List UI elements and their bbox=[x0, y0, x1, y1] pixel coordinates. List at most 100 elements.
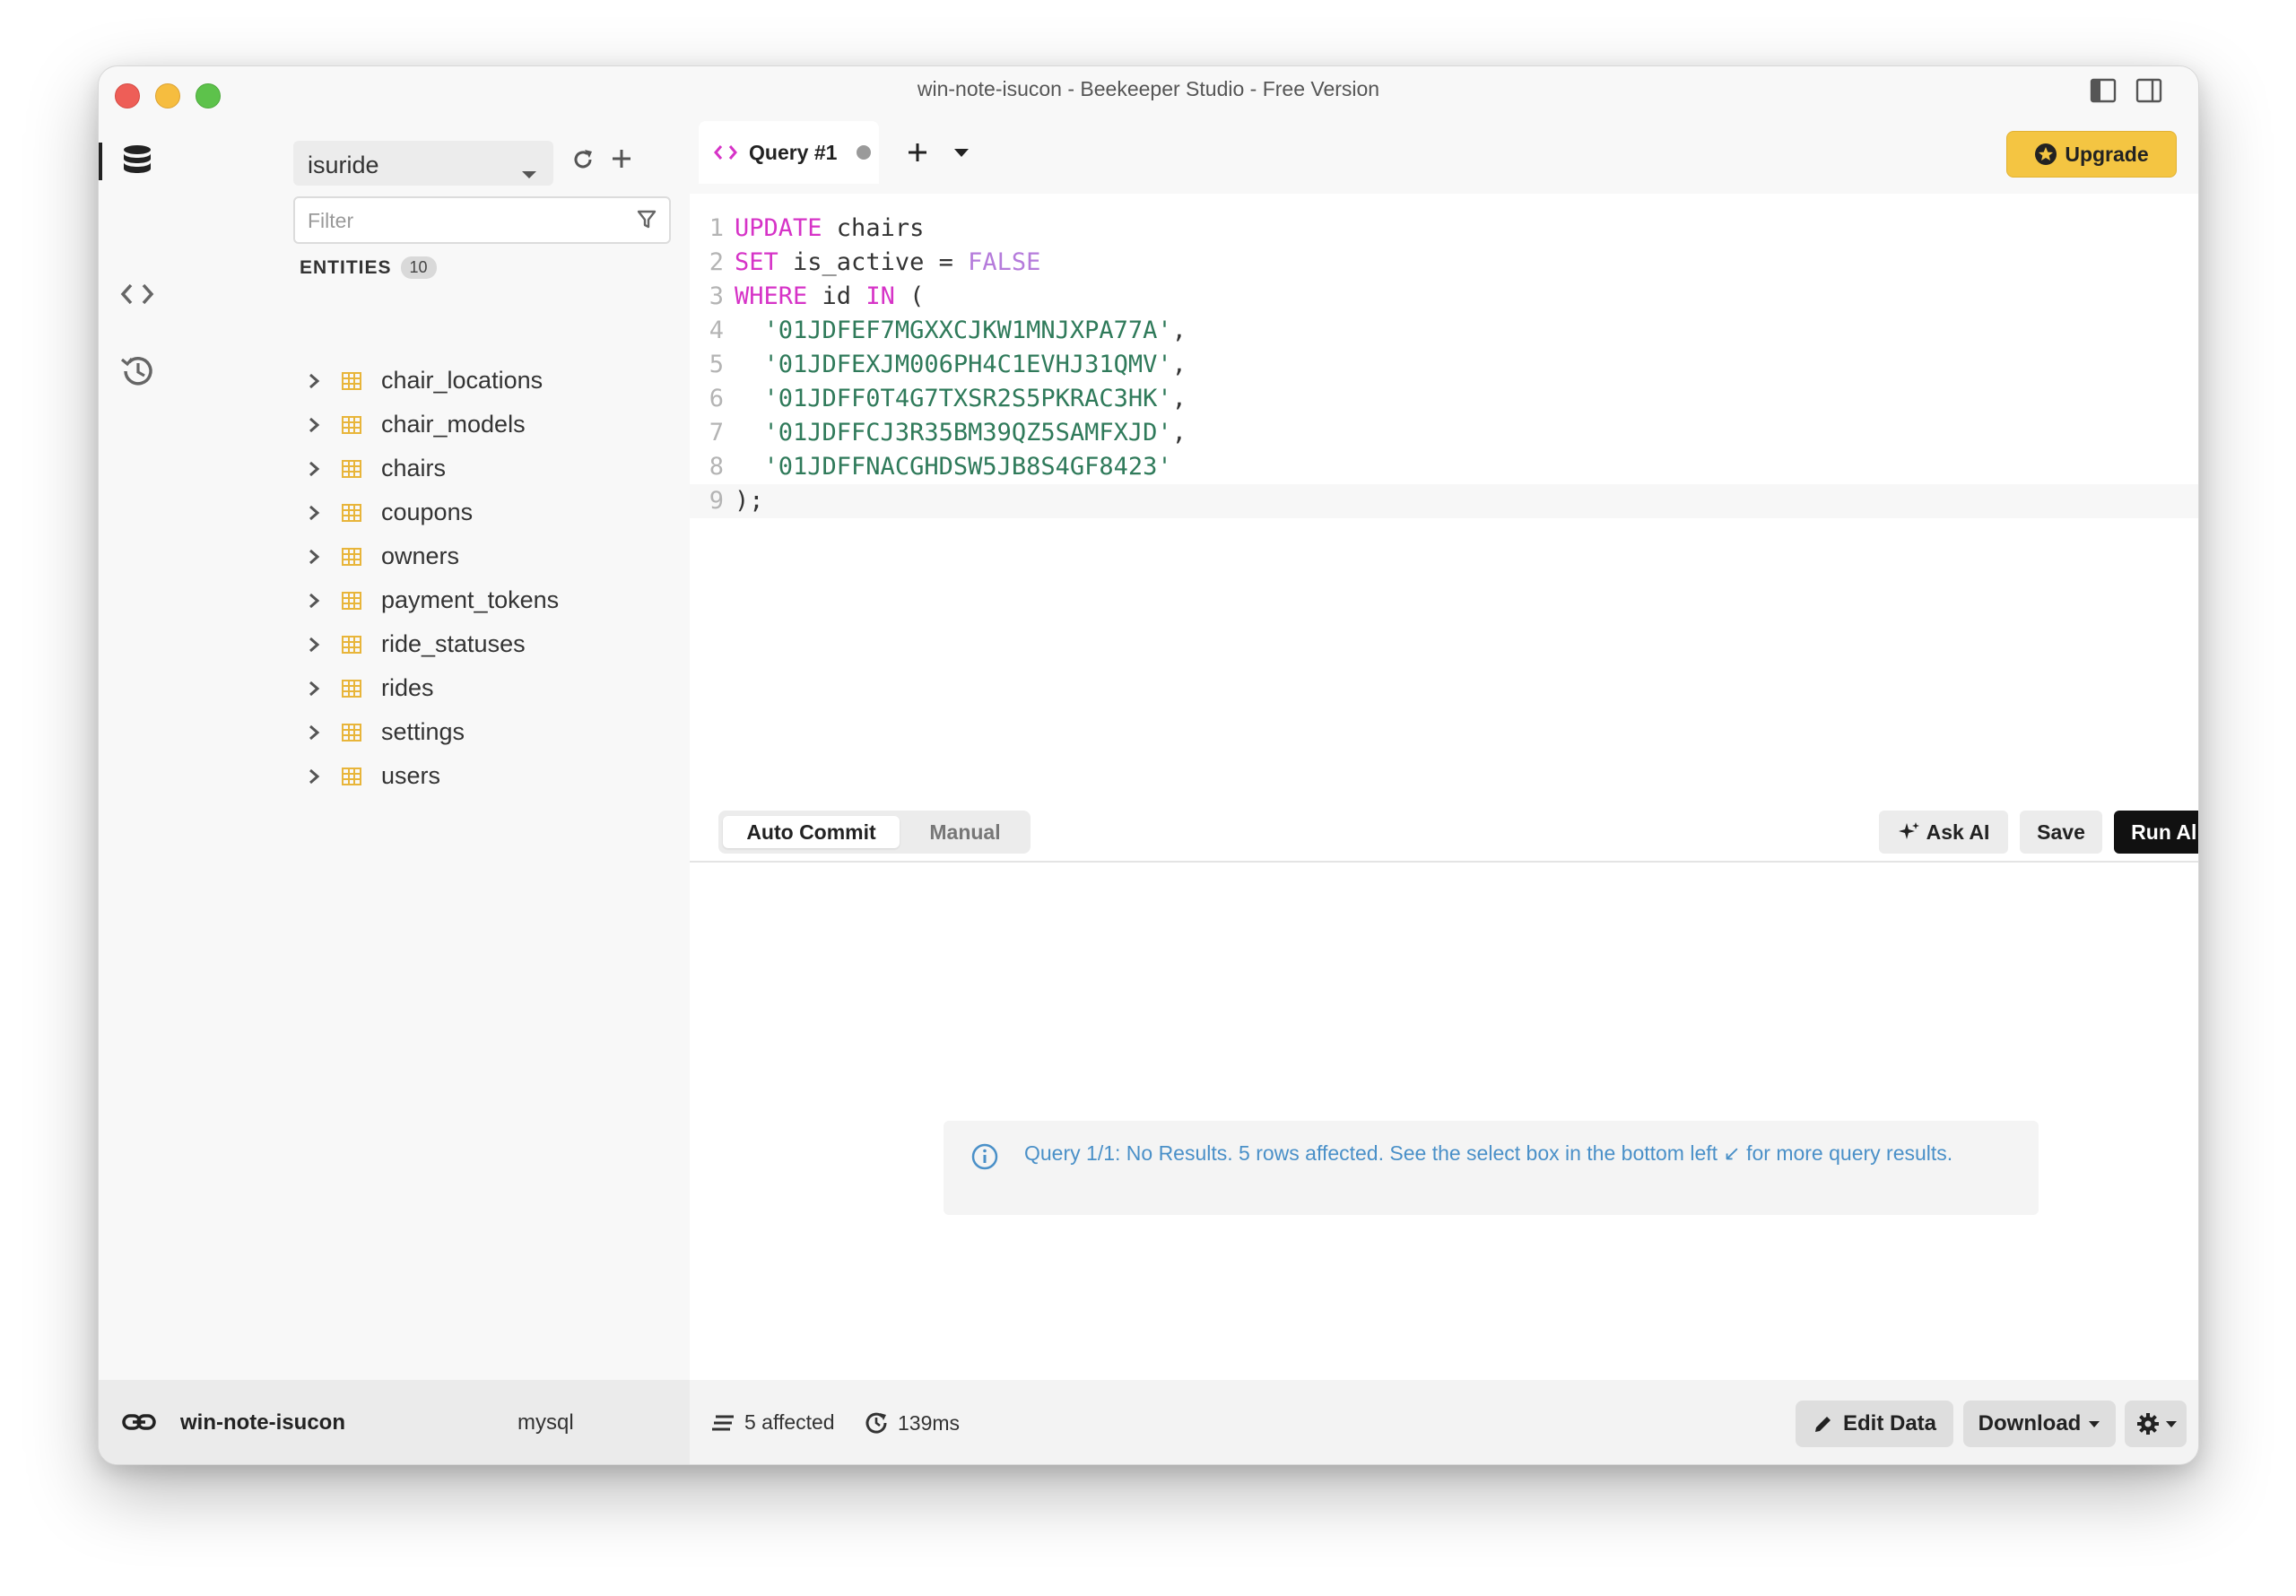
table-icon bbox=[342, 723, 361, 742]
chevron-right-icon[interactable] bbox=[308, 372, 335, 390]
refresh-icon[interactable] bbox=[570, 147, 596, 177]
code-line: 4 '01JDFEF7MGXXCJKW1MNJXPA77A', bbox=[690, 314, 2198, 348]
line-number: 2 bbox=[709, 248, 724, 276]
upgrade-label: Upgrade bbox=[2065, 142, 2149, 166]
code-line: 2 SET is_active = FALSE bbox=[690, 246, 2198, 280]
chevron-right-icon[interactable] bbox=[308, 680, 335, 698]
link-icon bbox=[122, 1409, 156, 1440]
unsaved-dot-icon[interactable] bbox=[857, 145, 872, 160]
chevron-right-icon[interactable] bbox=[308, 724, 335, 742]
sql-keyword: SET bbox=[735, 248, 778, 276]
line-number: 4 bbox=[709, 317, 724, 344]
entity-name: settings bbox=[381, 718, 465, 745]
table-icon bbox=[342, 635, 361, 654]
settings-button[interactable] bbox=[2125, 1401, 2187, 1447]
upgrade-button[interactable]: Upgrade bbox=[2006, 131, 2177, 178]
edit-data-label: Edit Data bbox=[1842, 1411, 1936, 1436]
database-nav-button[interactable] bbox=[99, 130, 176, 193]
chevron-down-icon bbox=[2088, 1420, 2100, 1428]
title-bar: win-note-isucon - Beekeeper Studio - Fre… bbox=[99, 66, 2198, 111]
line-number: 5 bbox=[709, 351, 724, 378]
chevron-right-icon[interactable] bbox=[308, 592, 335, 610]
sql-text: id bbox=[807, 282, 866, 310]
table-icon bbox=[342, 503, 361, 522]
table-icon bbox=[342, 415, 361, 434]
download-label: Download bbox=[1978, 1411, 2082, 1436]
chevron-right-icon[interactable] bbox=[308, 548, 335, 566]
filter-icon[interactable] bbox=[637, 209, 657, 235]
table-icon bbox=[342, 459, 361, 478]
ask-ai-button[interactable]: Ask AI bbox=[1879, 811, 2008, 854]
entity-name: chair_models bbox=[381, 411, 526, 438]
auto-commit-option[interactable]: Auto Commit bbox=[723, 816, 900, 848]
entity-name: chairs bbox=[381, 455, 447, 481]
chevron-right-icon[interactable] bbox=[308, 504, 335, 522]
pencil-icon bbox=[1813, 1413, 1834, 1435]
sql-string: '01JDFFNACGHDSW5JB8S4GF8423' bbox=[763, 453, 1172, 481]
line-number: 3 bbox=[709, 282, 724, 310]
clock-icon bbox=[864, 1410, 889, 1436]
edit-data-button[interactable]: Edit Data bbox=[1796, 1401, 1953, 1447]
manual-commit-option[interactable]: Manual bbox=[907, 816, 1023, 848]
download-button[interactable]: Download bbox=[1963, 1401, 2116, 1447]
run-all-button[interactable]: Run All bbox=[2114, 811, 2198, 854]
affected-rows-status: 5 affected bbox=[712, 1410, 835, 1435]
sql-string: '01JDFFCJ3R35BM39QZ5SAMFXJD' bbox=[763, 419, 1172, 447]
entity-name: payment_tokens bbox=[381, 586, 560, 613]
chevron-right-icon[interactable] bbox=[308, 768, 335, 785]
sql-comma: , bbox=[1171, 317, 1187, 344]
tab-menu-chevron-down-icon[interactable] bbox=[953, 147, 970, 163]
window-title: win-note-isucon - Beekeeper Studio - Fre… bbox=[917, 77, 1380, 100]
toggle-left-panel-icon[interactable] bbox=[2088, 75, 2118, 106]
connection-select-value: isuride bbox=[308, 152, 379, 178]
activity-bar bbox=[99, 111, 176, 1380]
filter-input[interactable] bbox=[308, 207, 613, 234]
table-icon bbox=[342, 591, 361, 610]
query-duration-status: 139ms bbox=[864, 1410, 960, 1436]
save-button[interactable]: Save bbox=[2020, 811, 2102, 854]
chevron-right-icon[interactable] bbox=[308, 636, 335, 654]
tab-query-1[interactable]: Query #1 bbox=[699, 121, 879, 184]
query-duration-text: 139ms bbox=[898, 1410, 961, 1435]
sql-text: ( bbox=[894, 282, 925, 310]
sql-keyword: UPDATE bbox=[735, 214, 822, 242]
sql-boolean: FALSE bbox=[968, 248, 1041, 276]
sql-comma: , bbox=[1171, 351, 1187, 378]
table-icon bbox=[342, 767, 361, 785]
affected-rows-text: 5 affected bbox=[744, 1410, 835, 1434]
queries-nav-button[interactable] bbox=[99, 265, 176, 327]
entity-name: coupons bbox=[381, 499, 474, 525]
chevron-right-icon[interactable] bbox=[308, 460, 335, 478]
chevron-down-icon bbox=[521, 159, 537, 186]
line-number: 1 bbox=[709, 214, 724, 242]
sql-string: '01JDFEF7MGXXCJKW1MNJXPA77A' bbox=[763, 317, 1172, 344]
line-number: 6 bbox=[709, 385, 724, 412]
sql-editor[interactable]: 1 UPDATE chairs 2 SET is_active = FALSE … bbox=[690, 194, 2198, 802]
database-type: mysql bbox=[517, 1410, 574, 1435]
sql-text: is_active = bbox=[778, 248, 969, 276]
toggle-right-panel-icon[interactable] bbox=[2134, 75, 2164, 106]
sidebar: isuride ENTITIES 10 chair_locationschair… bbox=[176, 111, 690, 1380]
app-window: win-note-isucon - Beekeeper Studio - Fre… bbox=[98, 65, 2199, 1465]
add-connection-icon[interactable] bbox=[610, 147, 633, 175]
entity-name: owners bbox=[381, 542, 460, 569]
code-line: 7 '01JDFFCJ3R35BM39QZ5SAMFXJD', bbox=[690, 416, 2198, 450]
entity-name: chair_locations bbox=[381, 367, 544, 394]
gear-icon bbox=[2135, 1410, 2161, 1437]
active-indicator bbox=[99, 143, 102, 180]
chevron-right-icon[interactable] bbox=[308, 416, 335, 434]
table-icon bbox=[342, 371, 361, 390]
code-line-current: 9 ); bbox=[690, 484, 2198, 518]
entities-label: ENTITIES bbox=[300, 256, 392, 278]
filter-field[interactable] bbox=[293, 196, 671, 244]
tab-label: Query #1 bbox=[749, 140, 838, 164]
history-nav-button[interactable] bbox=[99, 342, 176, 404]
star-icon bbox=[2034, 143, 2057, 166]
connection-status[interactable]: win-note-isucon mysql bbox=[99, 1380, 690, 1464]
table-icon bbox=[342, 679, 361, 698]
new-tab-icon[interactable] bbox=[906, 141, 929, 169]
connection-select[interactable]: isuride bbox=[293, 141, 553, 186]
sql-comma: , bbox=[1171, 419, 1187, 447]
connection-name: win-note-isucon bbox=[180, 1410, 345, 1435]
ask-ai-label: Ask AI bbox=[1926, 820, 1990, 844]
